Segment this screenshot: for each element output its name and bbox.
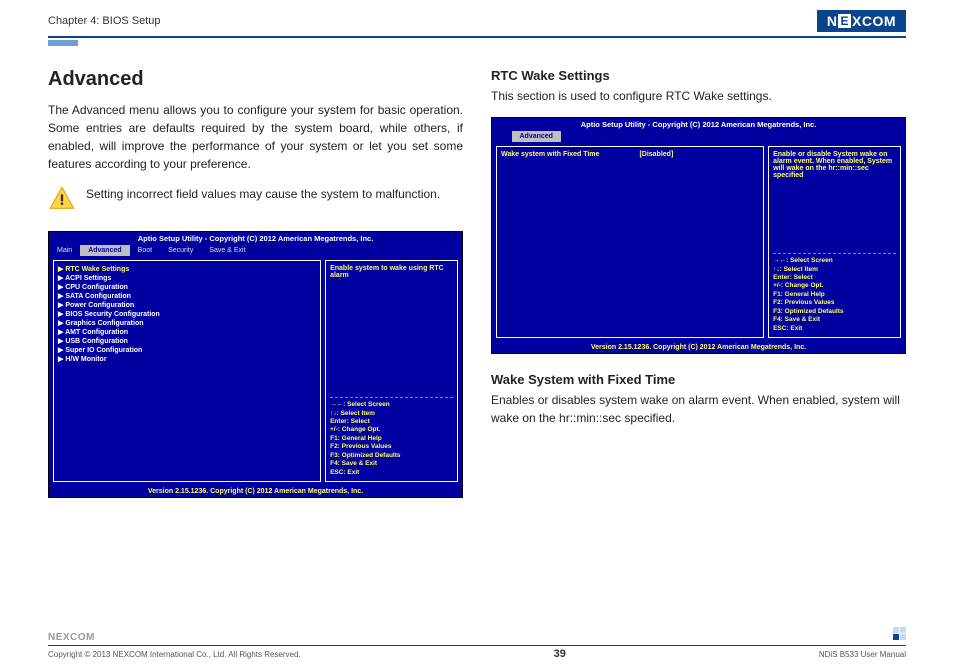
menu-cpu: ▶ CPU Configuration	[58, 283, 316, 291]
bios-menu-pane: ▶ RTC Wake Settings ▶ ACPI Settings ▶ CP…	[53, 260, 321, 482]
page-number: 39	[554, 648, 566, 660]
menu-amt: ▶ AMT Configuration	[58, 328, 316, 336]
bios-screenshot-advanced: Aptio Setup Utility - Copyright (C) 2012…	[48, 231, 463, 498]
bios-tabs-rtc: x Advanced	[492, 131, 905, 142]
menu-acpi: ▶ ACPI Settings	[58, 274, 316, 282]
menu-power: ▶ Power Configuration	[58, 301, 316, 309]
setting-value: [Disabled]	[639, 151, 673, 158]
menu-usb: ▶ USB Configuration	[58, 337, 316, 345]
menu-hw: ▶ H/W Monitor	[58, 355, 316, 363]
bios-tabs: Main Advanced Boot Security Save & Exit	[49, 245, 462, 256]
chapter-title: Chapter 4: BIOS Setup	[48, 15, 161, 27]
menu-graphics: ▶ Graphics Configuration	[58, 319, 316, 327]
bios-title-rtc: Aptio Setup Utility - Copyright (C) 2012…	[492, 118, 905, 131]
footer-logo: NEXCOM	[48, 632, 906, 643]
bios-help-pane-rtc: Enable or disable System wake on alarm e…	[768, 146, 901, 338]
section-title-rtc: RTC Wake Settings	[491, 68, 906, 83]
warning-text: Setting incorrect field values may cause…	[86, 185, 440, 203]
footer-decor-icon	[893, 627, 906, 640]
bios-help-text: Enable system to wake using RTC alarm	[330, 265, 453, 397]
footer-copyright: Copyright © 2013 NEXCOM International Co…	[48, 650, 301, 659]
sub-title-wake: Wake System with Fixed Time	[491, 372, 906, 387]
bios-tab-boot: Boot	[130, 245, 160, 256]
nexcom-logo: NEXCOM	[817, 10, 906, 32]
bios-version: Version 2.15.1236. Copyright (C) 2012 Am…	[49, 486, 462, 497]
footer-manual: NDiS B533 User Manual	[819, 650, 906, 659]
footer-rule	[48, 645, 906, 646]
sub-desc-wake: Enables or disables system wake on alarm…	[491, 391, 906, 427]
bios-tab-security: Security	[160, 245, 201, 256]
bios-help-pane: Enable system to wake using RTC alarm →←…	[325, 260, 458, 482]
bios-help-text-rtc: Enable or disable System wake on alarm e…	[773, 151, 896, 253]
bios-title: Aptio Setup Utility - Copyright (C) 2012…	[49, 232, 462, 245]
bios-tab-main: Main	[49, 245, 80, 256]
bios-version-rtc: Version 2.15.1236. Copyright (C) 2012 Am…	[492, 342, 905, 353]
bios-key-help: →←: Select Screen ↑↓: Select Item Enter:…	[330, 397, 453, 477]
menu-sata: ▶ SATA Configuration	[58, 292, 316, 300]
setting-label: Wake system with Fixed Time	[501, 151, 599, 158]
menu-rtc-wake: ▶ RTC Wake Settings	[58, 265, 316, 273]
page-title: Advanced	[48, 68, 463, 91]
section-desc-rtc: This section is used to configure RTC Wa…	[491, 87, 906, 105]
menu-superio: ▶ Super IO Configuration	[58, 346, 316, 354]
bios-key-help-rtc: →←: Select Screen ↑↓: Select Item Enter:…	[773, 253, 896, 333]
bios-tab-advanced: Advanced	[80, 245, 129, 256]
intro-text: The Advanced menu allows you to configur…	[48, 101, 463, 173]
header-rule	[48, 36, 906, 38]
bios-setting-pane: Wake system with Fixed Time [Disabled]	[496, 146, 764, 338]
warning-icon	[48, 185, 76, 213]
bios-tab-save-exit: Save & Exit	[201, 245, 253, 256]
menu-bios-sec: ▶ BIOS Security Configuration	[58, 310, 316, 318]
bios-screenshot-rtc: Aptio Setup Utility - Copyright (C) 2012…	[491, 117, 906, 354]
bios-tab-advanced-rtc: Advanced	[512, 131, 561, 142]
